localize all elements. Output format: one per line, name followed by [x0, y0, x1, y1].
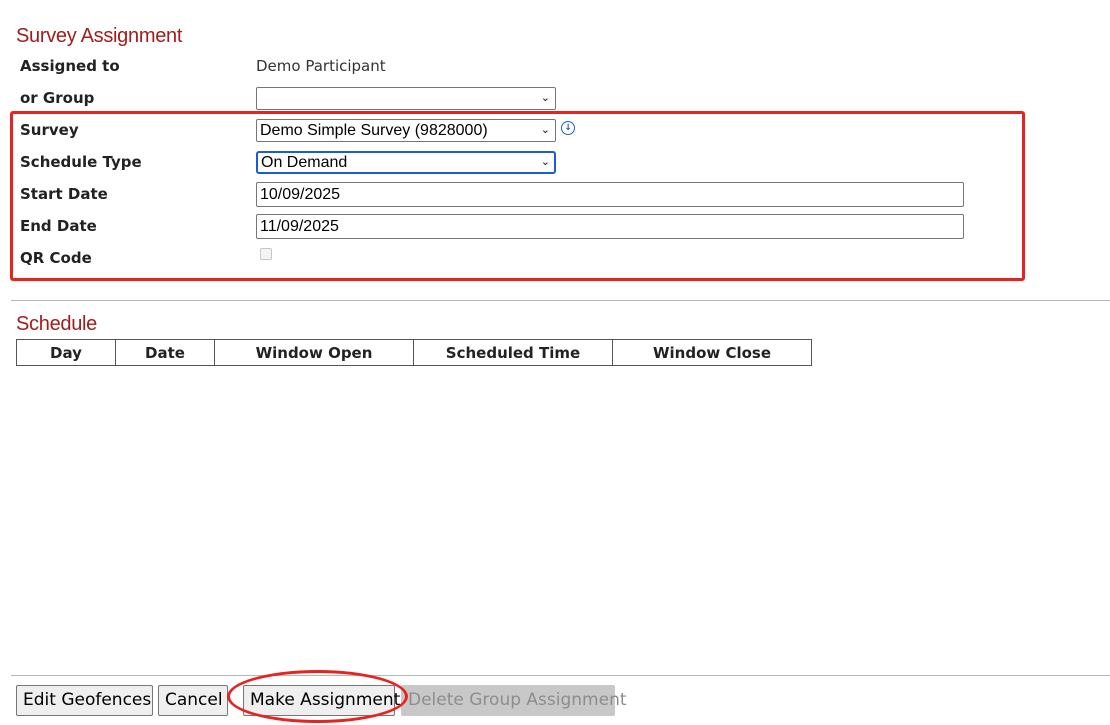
info-download-icon[interactable]: ↓	[561, 121, 575, 135]
make-assignment-button[interactable]: Make Assignment	[243, 685, 400, 716]
schedule-type-select-wrapper: On Demand ⌄	[256, 151, 556, 174]
survey-assignment-title: Survey Assignment	[16, 25, 183, 47]
section-divider	[11, 300, 1110, 301]
assigned-to-label: Assigned to	[20, 57, 120, 75]
end-date-label: End Date	[20, 217, 97, 235]
start-date-input[interactable]	[256, 182, 964, 207]
group-select[interactable]	[256, 87, 556, 110]
column-header-window-open: Window Open	[214, 339, 414, 366]
delete-group-assignment-button[interactable]: Delete Group Assignment	[401, 685, 627, 716]
schedule-type-label: Schedule Type	[20, 153, 142, 171]
column-header-scheduled-time: Scheduled Time	[413, 339, 613, 366]
qr-code-checkbox[interactable]	[260, 248, 272, 260]
survey-select[interactable]: Demo Simple Survey (9828000)	[256, 119, 556, 142]
group-select-wrapper: ⌄	[256, 87, 556, 110]
column-header-day: Day	[16, 339, 116, 366]
qr-code-label: QR Code	[20, 249, 92, 267]
survey-select-wrapper: Demo Simple Survey (9828000) ⌄	[256, 119, 556, 142]
or-group-label: or Group	[20, 89, 95, 107]
schedule-title: Schedule	[16, 313, 97, 335]
cancel-button[interactable]: Cancel	[158, 685, 228, 716]
schedule-type-select[interactable]: On Demand	[256, 151, 556, 174]
edit-geofences-button[interactable]: Edit Geofences	[16, 685, 153, 716]
schedule-table: Day Date Window Open Scheduled Time Wind…	[16, 339, 812, 366]
column-header-date: Date	[115, 339, 215, 366]
end-date-input[interactable]	[256, 214, 964, 239]
assigned-to-value: Demo Participant	[256, 57, 386, 75]
column-header-window-close: Window Close	[612, 339, 812, 366]
footer-divider	[11, 675, 1110, 676]
survey-label: Survey	[20, 121, 79, 139]
start-date-label: Start Date	[20, 185, 108, 203]
